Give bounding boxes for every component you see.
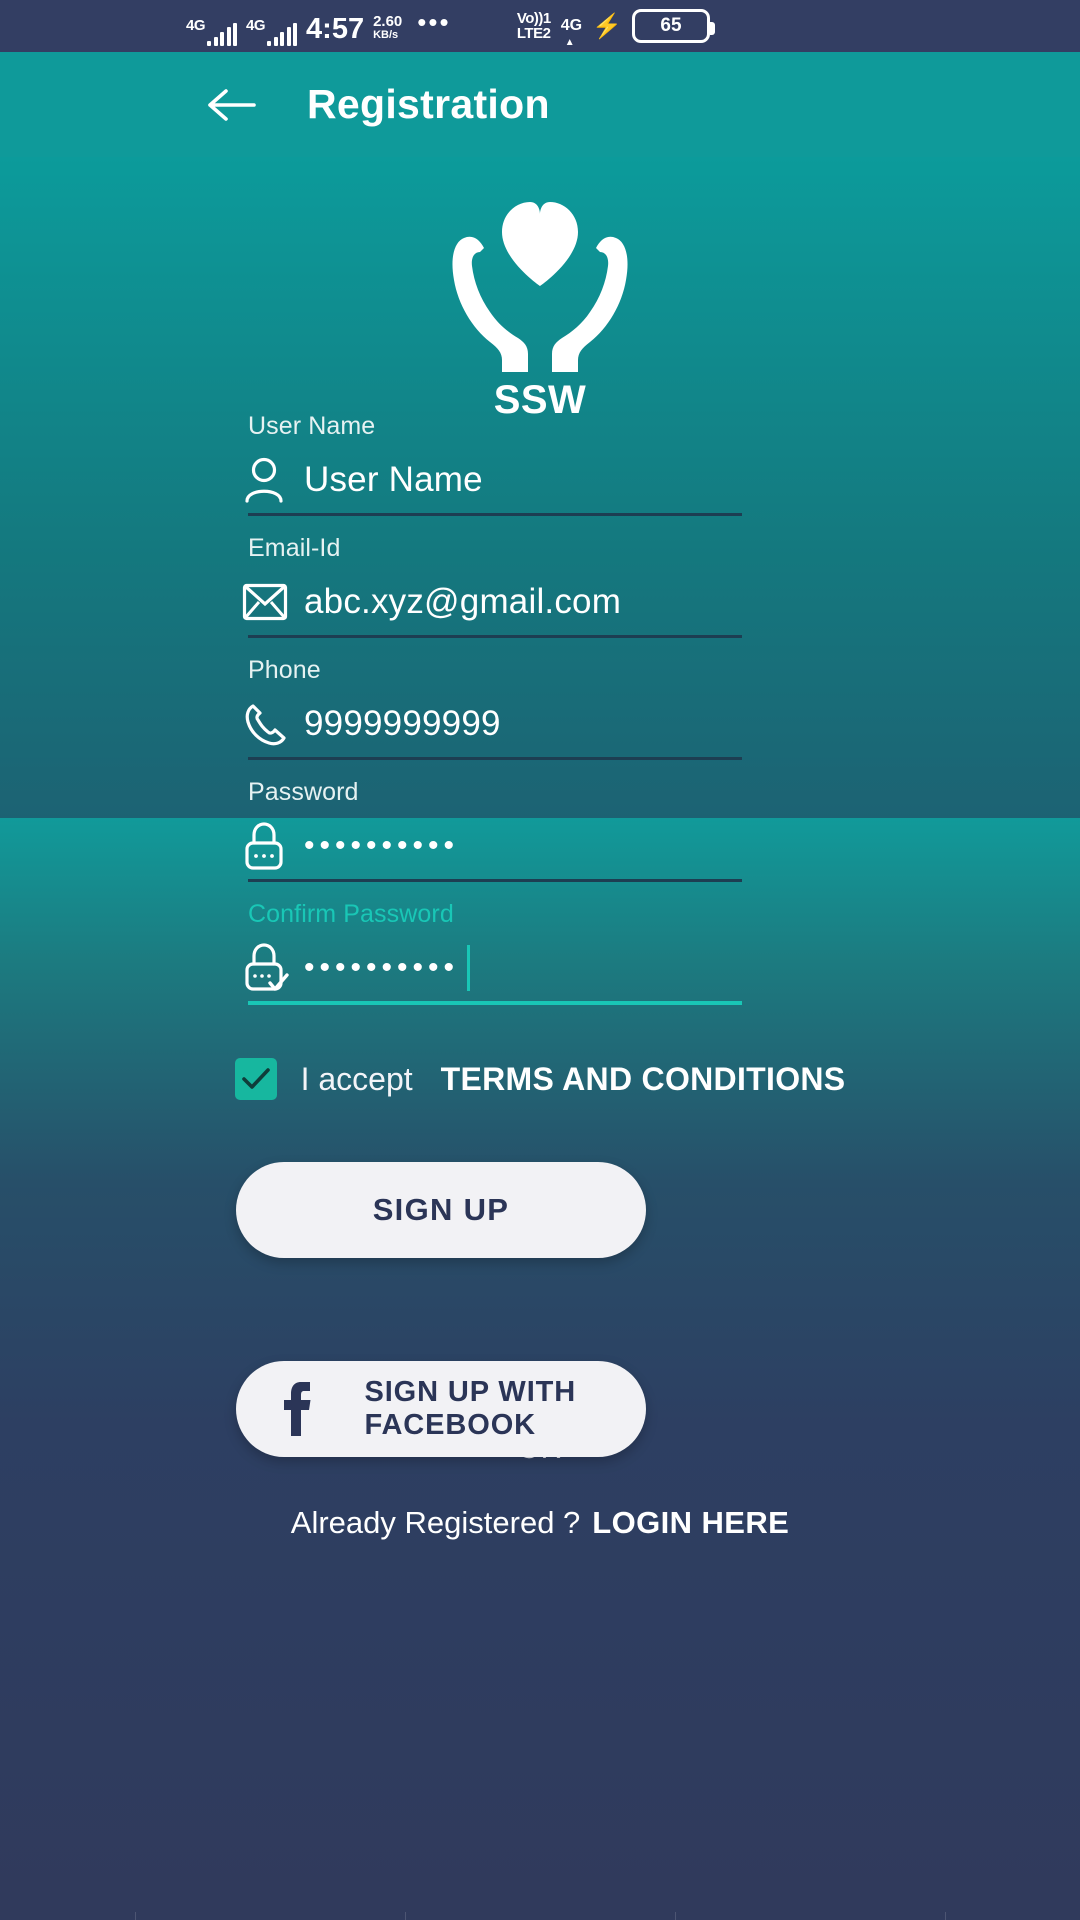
- signal-bars-1-icon: [207, 22, 238, 46]
- signup-with-facebook-button[interactable]: SIGN UP WITH FACEBOOK: [236, 1361, 646, 1457]
- page-title: Registration: [307, 81, 550, 127]
- field-confirm-password[interactable]: Confirm Password ••••••••••: [242, 900, 842, 1005]
- text-cursor: [467, 945, 471, 991]
- login-footer: Already Registered ? LOGIN HERE: [0, 1505, 1080, 1541]
- field-username-label: User Name: [248, 412, 376, 440]
- back-button[interactable]: [205, 78, 259, 132]
- envelope-icon: [242, 583, 298, 621]
- signal-1: 4G: [186, 16, 238, 46]
- bolt-icon: ⚡: [592, 12, 622, 40]
- field-username-underline: [248, 513, 742, 516]
- checkmark-icon: [241, 1068, 270, 1089]
- network-type-right-label: 4G ▲: [560, 17, 583, 48]
- network-type-2-label: 4G: [246, 16, 266, 34]
- field-phone[interactable]: Phone 9999999999: [242, 656, 842, 760]
- already-registered-label: Already Registered ?: [290, 1505, 581, 1540]
- signal-bars-2-icon: [267, 22, 298, 46]
- battery-indicator: 65: [632, 9, 715, 43]
- back-arrow-icon: [208, 88, 256, 121]
- volte-icon: Vo))1 LTE2: [517, 11, 551, 41]
- field-email-underline: [248, 635, 742, 638]
- network-speed-unit: KB/s: [373, 28, 399, 41]
- lock-check-icon: [242, 942, 298, 994]
- navigation-bar-hint: [0, 1912, 1080, 1920]
- app-logo: SSW: [0, 190, 1080, 423]
- field-phone-value[interactable]: 9999999999: [298, 704, 842, 744]
- hands-holding-heart-icon: [452, 202, 628, 372]
- accept-terms-label: I accept: [300, 1060, 413, 1097]
- field-username[interactable]: User Name User Name: [242, 412, 842, 516]
- battery-level-label: 65: [660, 15, 682, 36]
- facebook-icon: [280, 1382, 314, 1436]
- signal-2: 4G: [246, 16, 298, 46]
- field-phone-label: Phone: [248, 656, 321, 684]
- field-password-label: Password: [248, 778, 359, 806]
- volte-line-1: Vo))1: [516, 10, 551, 27]
- field-confirm-password-label: Confirm Password: [248, 900, 454, 928]
- login-here-link[interactable]: LOGIN HERE: [592, 1505, 789, 1541]
- terms-and-conditions-link[interactable]: TERMS AND CONDITIONS: [441, 1061, 846, 1098]
- volte-line-2: LTE2: [516, 25, 551, 42]
- terms-row: I accept TERMS AND CONDITIONS: [0, 1058, 1080, 1100]
- signup-button[interactable]: SIGN UP: [236, 1162, 646, 1258]
- person-icon: [242, 456, 298, 504]
- field-phone-underline: [248, 757, 742, 760]
- accept-terms-checkbox[interactable]: [234, 1058, 277, 1100]
- registration-screen: 4G 4G 4:57 2.60 KB/s ••• Vo))1 LTE2 4G ▲: [0, 0, 1080, 1920]
- status-bar-right: Vo))1 LTE2 4G ▲ ⚡ 65: [517, 9, 715, 48]
- app-bar: Registration: [0, 52, 1080, 157]
- field-confirm-password-underline: [248, 1001, 742, 1005]
- field-email[interactable]: Email-Id abc.xyz@gmail.com: [242, 534, 842, 638]
- lock-icon: [242, 821, 298, 871]
- network-speed-value: 2.60: [373, 13, 403, 31]
- field-email-label: Email-Id: [248, 534, 341, 562]
- status-bar: 4G 4G 4:57 2.60 KB/s ••• Vo))1 LTE2 4G ▲: [0, 0, 1080, 52]
- field-confirm-password-input[interactable]: ••••••••••: [298, 945, 842, 991]
- field-password-underline: [248, 879, 742, 882]
- field-confirm-password-value: ••••••••••: [304, 951, 460, 984]
- field-email-value[interactable]: abc.xyz@gmail.com: [298, 582, 842, 622]
- registration-form: User Name User Name Email-Id abc.xyz@gma…: [242, 412, 842, 1023]
- content-area: SSW User Name User Name Email-Id abc.xyz…: [0, 157, 1080, 1920]
- field-username-value[interactable]: User Name: [298, 460, 842, 500]
- field-password-value[interactable]: ••••••••••: [298, 831, 842, 861]
- signup-with-facebook-label: SIGN UP WITH FACEBOOK: [364, 1376, 577, 1441]
- status-bar-left: 4G 4G 4:57 2.60 KB/s •••: [186, 7, 451, 46]
- more-notifications-icon: •••: [417, 6, 451, 37]
- data-transfer-icon: ▲: [564, 37, 575, 48]
- network-type-1-label: 4G: [186, 16, 206, 34]
- clock-label: 4:57: [306, 12, 365, 45]
- field-password[interactable]: Password ••••••••••: [242, 778, 842, 882]
- network-speed: 2.60 KB/s: [373, 14, 402, 41]
- phone-icon: [242, 701, 298, 747]
- signup-button-label: SIGN UP: [372, 1192, 510, 1227]
